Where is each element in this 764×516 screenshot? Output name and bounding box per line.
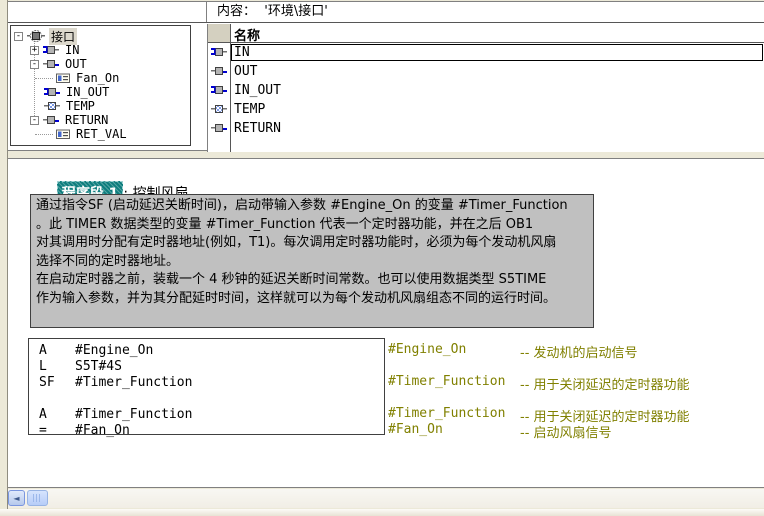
code-line[interactable]: =#Fan_On bbox=[29, 423, 384, 439]
row-name[interactable]: OUT bbox=[234, 64, 257, 79]
symbol-info-line: #Engine_On-- 发动机的启动信号 bbox=[388, 342, 638, 358]
collapse-icon[interactable]: - bbox=[30, 116, 39, 125]
tree-node-out[interactable]: - OUT bbox=[30, 57, 89, 71]
param-icon bbox=[56, 73, 70, 84]
thumb-grip-icon bbox=[33, 494, 42, 502]
name-column-header: 名称 bbox=[234, 25, 260, 44]
declaration-body: - 接口 + IN bbox=[8, 24, 764, 152]
code-line[interactable]: LS5T#4S bbox=[29, 359, 384, 375]
icon-column-header bbox=[208, 24, 230, 42]
decl-return-icon bbox=[43, 114, 59, 126]
scrollbar-thumb[interactable] bbox=[27, 490, 48, 506]
code-line[interactable]: SF#Timer_Function bbox=[29, 375, 384, 391]
tree-node-in-out[interactable]: IN_OUT bbox=[44, 85, 111, 99]
collapse-icon[interactable]: - bbox=[14, 32, 23, 41]
decl-temp-icon bbox=[44, 100, 60, 112]
chevron-left-icon: ◄ bbox=[13, 494, 19, 503]
decl-in-icon bbox=[211, 46, 227, 58]
code-line[interactable]: A#Timer_Function bbox=[29, 407, 384, 423]
window-bottom-edge bbox=[0, 509, 764, 516]
tree-pane-header bbox=[8, 2, 207, 22]
stl-code-box[interactable]: A#Engine_On LS5T#4S SF#Timer_Function A#… bbox=[28, 338, 385, 435]
code-pane: 程序段 1: 控制风扇 通过指令SF (启动延迟关断时间)，启动带输入参数 #E… bbox=[8, 158, 764, 488]
step7-editor-window: 内容： '环境\接口' - 接口 + bbox=[0, 0, 764, 516]
tree-node-in[interactable]: + IN bbox=[30, 43, 81, 57]
code-line[interactable]: A#Engine_On bbox=[29, 343, 384, 359]
network-title-line: 程序段 1: 控制风扇 bbox=[30, 165, 189, 183]
comment-line: 通过指令SF (启动延迟关断时间)，启动带输入参数 #Engine_On 的变量… bbox=[36, 197, 588, 216]
row-name[interactable]: TEMP bbox=[234, 102, 265, 117]
collapse-icon[interactable]: - bbox=[30, 60, 39, 69]
row-name[interactable]: RETURN bbox=[234, 121, 281, 136]
tree-node-label[interactable]: Fan_On bbox=[74, 71, 121, 85]
tree-node-label[interactable]: RETURN bbox=[63, 113, 110, 127]
table-header: 名称 bbox=[208, 24, 764, 43]
table-row-return[interactable]: RETURN bbox=[208, 119, 764, 138]
tree-node-temp[interactable]: TEMP bbox=[44, 99, 97, 113]
scroll-left-button[interactable]: ◄ bbox=[8, 490, 25, 506]
symbol-info-line: #Timer_Function-- 用于关闭延迟的定时器功能 bbox=[388, 406, 690, 422]
symbol-info-line: #Fan_On-- 启动风扇信号 bbox=[388, 422, 612, 438]
tree-node-label[interactable]: RET_VAL bbox=[74, 127, 129, 141]
tree-node-ret-val[interactable]: RET_VAL bbox=[56, 127, 129, 141]
row-name[interactable]: IN bbox=[234, 45, 250, 60]
contents-path-label: 内容： '环境\接口' bbox=[207, 2, 764, 22]
tree-node-label[interactable]: IN bbox=[63, 43, 81, 57]
decl-inout-icon bbox=[211, 84, 227, 96]
horizontal-scrollbar[interactable]: ◄ bbox=[8, 489, 764, 508]
decl-return-icon bbox=[211, 122, 227, 134]
table-row-temp[interactable]: TEMP bbox=[208, 100, 764, 119]
decl-out-icon bbox=[43, 58, 59, 70]
declaration-pane: 内容： '环境\接口' - 接口 + bbox=[8, 1, 764, 151]
comment-line: 作为输入参数，并为其分配延时时间，这样就可以为每个发动机风扇组态不同的运行时间。 bbox=[36, 290, 588, 309]
symbol-info-line: #Timer_Function-- 用于关闭延迟的定时器功能 bbox=[388, 374, 690, 390]
comment-line: 。此 TIMER 数据类型的变量 #Timer_Function 代表一个定时器… bbox=[36, 216, 588, 235]
network-comment-box[interactable]: 通过指令SF (启动延迟关断时间)，启动带输入参数 #Engine_On 的变量… bbox=[30, 194, 594, 328]
declaration-table[interactable]: 名称 IN OUT bbox=[207, 24, 764, 152]
code-line[interactable] bbox=[29, 391, 384, 407]
decl-inout-icon bbox=[44, 86, 60, 98]
tree-node-return[interactable]: - RETURN bbox=[30, 113, 110, 127]
row-name[interactable]: IN_OUT bbox=[234, 83, 281, 98]
comment-line: 对其调用时分配有定时器地址(例如，T1)。每次调用定时器功能时，必须为每个发动机… bbox=[36, 234, 588, 253]
expand-icon[interactable]: + bbox=[30, 46, 39, 55]
tree-node-fan-on[interactable]: Fan_On bbox=[56, 71, 121, 85]
tree-guide-line bbox=[35, 134, 53, 135]
decl-in-icon bbox=[43, 44, 59, 56]
interface-tree[interactable]: - 接口 + IN bbox=[10, 25, 191, 146]
tree-node-interface[interactable]: - 接口 bbox=[14, 29, 77, 43]
tree-node-label[interactable]: 接口 bbox=[49, 28, 77, 45]
declaration-header-row: 内容： '环境\接口' bbox=[8, 2, 764, 23]
tree-node-label[interactable]: OUT bbox=[63, 57, 89, 71]
decl-temp-icon bbox=[211, 103, 227, 115]
tree-node-label[interactable]: TEMP bbox=[64, 99, 97, 113]
table-row-in-out[interactable]: IN_OUT bbox=[208, 81, 764, 100]
interface-icon bbox=[27, 29, 45, 43]
tree-guide-line bbox=[35, 78, 53, 79]
table-row-in[interactable]: IN bbox=[208, 43, 764, 62]
param-icon bbox=[56, 129, 70, 140]
decl-out-icon bbox=[211, 65, 227, 77]
comment-line: 在启动定时器之前，装载一个 4 秒钟的延迟关断时间常数。也可以使用数据类型 S5… bbox=[36, 271, 588, 290]
table-row-out[interactable]: OUT bbox=[208, 62, 764, 81]
tree-node-label[interactable]: IN_OUT bbox=[64, 85, 111, 99]
comment-line: 选择不同的定时器地址。 bbox=[36, 253, 588, 272]
